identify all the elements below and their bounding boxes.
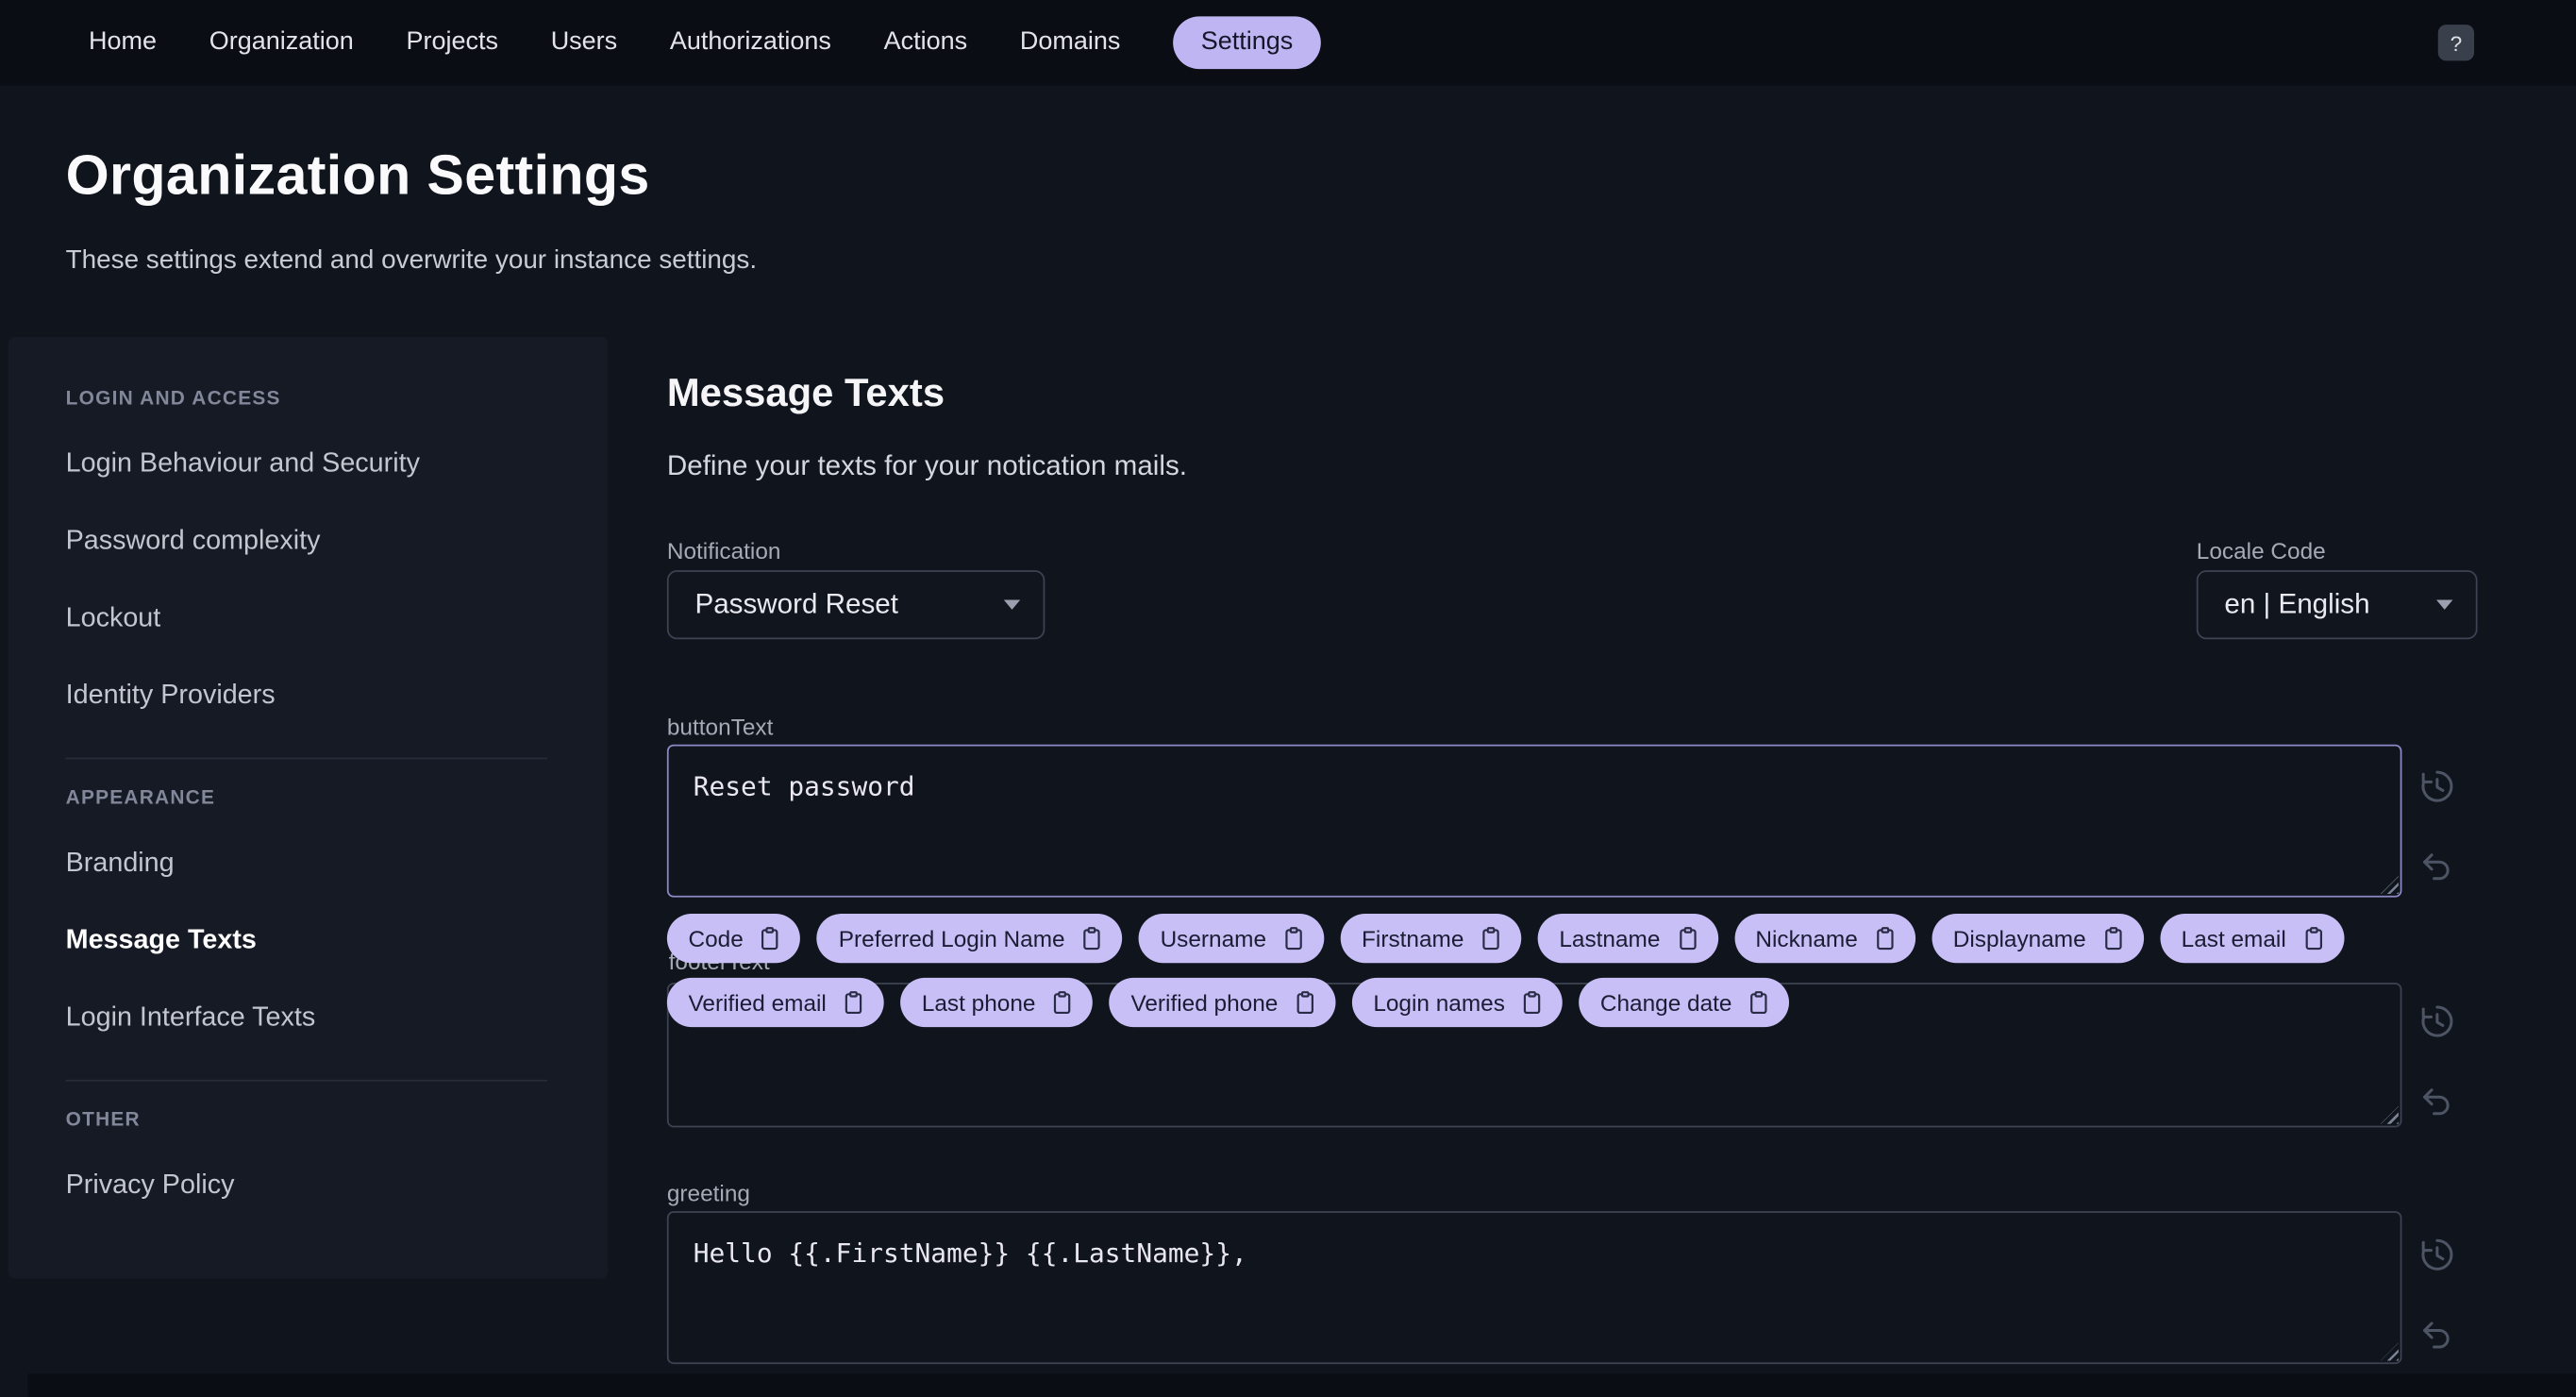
footer-text-actions (2418, 1002, 2461, 1118)
undo-icon[interactable] (2418, 1313, 2456, 1351)
clipboard-icon (1050, 989, 1075, 1016)
nav-authorizations[interactable]: Authorizations (670, 28, 831, 58)
chip-last-phone[interactable]: Last phone (900, 977, 1094, 1028)
settings-sidebar: LOGIN AND ACCESS Login Behaviour and Sec… (8, 336, 609, 1279)
notification-label: Notification (666, 537, 781, 564)
clipboard-icon (1293, 989, 1317, 1016)
nav-organization[interactable]: Organization (209, 28, 354, 58)
notification-select[interactable]: Password Reset (666, 570, 1045, 640)
clipboard-icon (1675, 925, 1699, 951)
sidebar-item-login-interface-texts[interactable]: Login Interface Texts (66, 980, 547, 1057)
page-subtitle: These settings extend and overwrite your… (65, 246, 758, 275)
placeholder-chips: Code Preferred Login Name Username First… (666, 914, 2415, 1028)
greeting-actions (2418, 1236, 2461, 1351)
chip-label: Verified email (688, 989, 827, 1016)
button-text-field: Reset password (666, 744, 2402, 898)
chevron-down-icon (2436, 599, 2453, 610)
greeting-field: Hello {{.FirstName}} {{.LastName}}, (666, 1211, 2402, 1365)
sidebar-item-identity-providers[interactable]: Identity Providers (66, 657, 547, 734)
chip-label: Last phone (921, 989, 1036, 1016)
locale-select[interactable]: en | English (2196, 570, 2478, 640)
chip-displayname[interactable]: Displayname (1932, 914, 2144, 964)
sidebar-item-login-behaviour-and-security[interactable]: Login Behaviour and Security (66, 426, 547, 503)
locale-select-value: en | English (2224, 588, 2370, 620)
page-title: Organization Settings (65, 144, 650, 208)
chip-label: Displayname (1952, 925, 2086, 952)
chip-label: Change date (1599, 989, 1732, 1016)
chip-label: Firstname (1362, 925, 1464, 952)
chip-firstname[interactable]: Firstname (1340, 914, 1522, 964)
nav-actions[interactable]: Actions (884, 28, 968, 58)
top-navigation: Home Organization Projects Users Authori… (0, 0, 2576, 86)
chip-label: Username (1160, 925, 1267, 952)
chip-label: Verified phone (1130, 989, 1279, 1016)
sidebar-item-lockout[interactable]: Lockout (66, 581, 547, 658)
nav-users[interactable]: Users (551, 28, 617, 58)
greeting-input[interactable]: Hello {{.FirstName}} {{.LastName}}, (666, 1211, 2402, 1365)
chip-label: Code (688, 925, 744, 952)
undo-icon[interactable] (2418, 1080, 2456, 1118)
restore-history-icon[interactable] (2418, 767, 2456, 805)
chip-label: Lastname (1559, 925, 1661, 952)
restore-history-icon[interactable] (2418, 1236, 2456, 1273)
greeting-label: greeting (666, 1180, 750, 1206)
section-heading: Message Texts (666, 371, 945, 416)
undo-icon[interactable] (2418, 845, 2456, 883)
section-description: Define your texts for your notication ma… (666, 450, 1187, 482)
next-section-edge (27, 1373, 2576, 1397)
clipboard-icon (758, 925, 782, 951)
chip-nickname[interactable]: Nickname (1733, 914, 1915, 964)
chip-lastname[interactable]: Lastname (1537, 914, 1718, 964)
chip-change-date[interactable]: Change date (1579, 977, 1790, 1028)
clipboard-icon (2300, 925, 2325, 951)
chip-preferred-login-name[interactable]: Preferred Login Name (817, 914, 1123, 964)
chip-last-email[interactable]: Last email (2160, 914, 2344, 964)
chip-code[interactable]: Code (666, 914, 801, 964)
help-button[interactable]: ? (2437, 25, 2475, 61)
clipboard-icon (1520, 989, 1545, 1016)
restore-history-icon[interactable] (2418, 1002, 2456, 1040)
nav-domains[interactable]: Domains (1020, 28, 1121, 58)
nav-settings[interactable]: Settings (1173, 16, 1321, 70)
chip-label: Nickname (1755, 925, 1858, 952)
sidebar-item-password-complexity[interactable]: Password complexity (66, 503, 547, 581)
chip-username[interactable]: Username (1138, 914, 1324, 964)
notification-select-value: Password Reset (694, 588, 898, 620)
app-window: Home Organization Projects Users Authori… (0, 0, 2576, 1397)
chip-verified-phone[interactable]: Verified phone (1109, 977, 1336, 1028)
chip-label: Preferred Login Name (838, 925, 1065, 952)
sidebar-item-privacy-policy[interactable]: Privacy Policy (66, 1147, 547, 1224)
locale-label: Locale Code (2196, 537, 2326, 564)
clipboard-icon (2100, 925, 2125, 951)
clipboard-icon (1079, 925, 1104, 951)
clipboard-icon (1747, 989, 1771, 1016)
clipboard-icon (1479, 925, 1503, 951)
button-text-label: buttonText (666, 713, 774, 740)
chip-label: Last email (2181, 925, 2286, 952)
sidebar-section-appearance: APPEARANCE (65, 785, 216, 809)
sidebar-divider (65, 1079, 547, 1082)
sidebar-item-branding[interactable]: Branding (66, 825, 547, 902)
chip-login-names[interactable]: Login names (1351, 977, 1563, 1028)
button-text-actions (2418, 767, 2461, 883)
chip-label: Login names (1373, 989, 1505, 1016)
sidebar-section-other: OTHER (65, 1107, 141, 1131)
clipboard-icon (1281, 925, 1306, 951)
clipboard-icon (842, 989, 866, 1016)
button-text-input[interactable]: Reset password (666, 744, 2402, 898)
sidebar-divider (65, 757, 547, 760)
chip-verified-email[interactable]: Verified email (666, 977, 884, 1028)
clipboard-icon (1872, 925, 1897, 951)
sidebar-item-message-texts[interactable]: Message Texts (66, 902, 547, 980)
sidebar-section-login-and-access: LOGIN AND ACCESS (65, 386, 281, 410)
nav-home[interactable]: Home (89, 28, 157, 58)
nav-projects[interactable]: Projects (406, 28, 498, 58)
chevron-down-icon (1003, 599, 1021, 610)
